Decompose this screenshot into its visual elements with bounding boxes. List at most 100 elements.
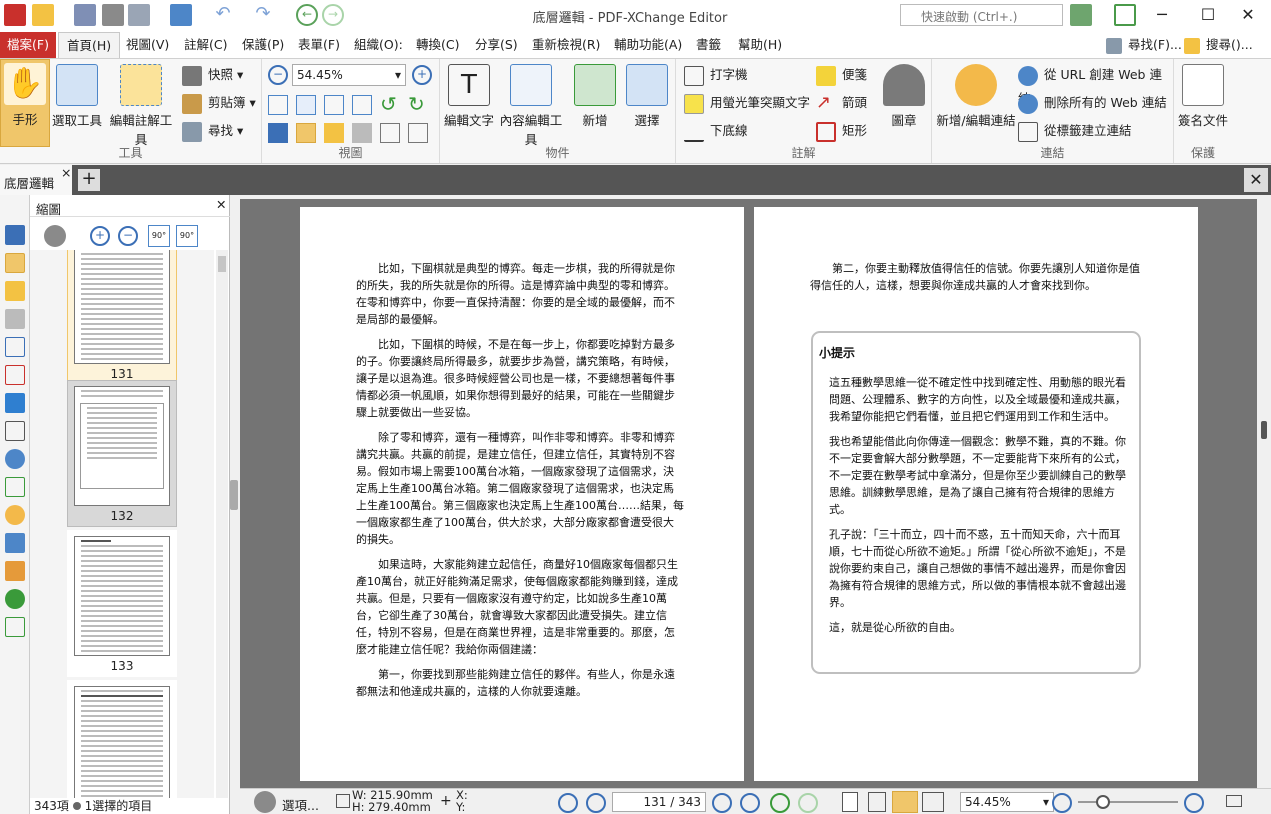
edit-text-button[interactable]: T 編輯文字 [442, 61, 496, 129]
menu-share[interactable]: 分享(S) [467, 32, 526, 58]
save-icon[interactable] [74, 4, 96, 26]
links-from-tags-button[interactable]: 從標籤建立連結 [1018, 119, 1132, 143]
attachments-pane-icon[interactable] [5, 309, 25, 329]
thumb-zoom-in-icon[interactable]: + [90, 226, 110, 246]
actual-size-icon[interactable] [268, 95, 288, 115]
thumbnail-132[interactable]: 132 [67, 380, 177, 527]
reading-order-pane-icon[interactable] [5, 617, 25, 637]
rotate-right-icon[interactable]: ↻ [408, 94, 428, 115]
pages-icon[interactable] [296, 123, 316, 143]
document-tab[interactable]: 底層邏輯 × [0, 165, 72, 195]
fit-page-icon[interactable] [296, 95, 316, 115]
scan-icon[interactable] [170, 4, 192, 26]
rectangle-button[interactable]: 矩形 [816, 119, 867, 143]
properties-icon[interactable] [380, 123, 400, 143]
links-pane-icon[interactable] [5, 505, 25, 525]
menu-organize[interactable]: 組織(O): [346, 32, 411, 58]
print-icon[interactable] [102, 4, 124, 26]
select-object-button[interactable]: 選擇 [622, 61, 672, 129]
menu-help[interactable]: 幫助(H) [730, 32, 790, 58]
create-web-links-button[interactable]: 從 URL 創建 Web 連結 [1018, 63, 1173, 106]
menu-comment[interactable]: 註解(C) [176, 32, 235, 58]
select-tool-button[interactable]: 選取工具 [52, 61, 102, 129]
tab-close-icon[interactable]: × [61, 165, 71, 180]
undo-icon[interactable]: ↶ [212, 4, 234, 26]
new-tab-button[interactable]: + [78, 169, 100, 191]
attachments-icon[interactable] [352, 123, 372, 143]
first-page-icon[interactable] [558, 793, 578, 813]
zoom-slider-thumb[interactable] [1096, 795, 1110, 809]
menu-bookmarks[interactable]: 書籤 [688, 32, 729, 58]
add-object-button[interactable]: 新增 [570, 61, 620, 129]
content-edit-button[interactable]: 內容編輯工具 [496, 61, 566, 148]
menu-file[interactable]: 檔案(F) [0, 32, 56, 58]
clipboard-button[interactable]: 剪貼簿 ▾ [182, 91, 256, 115]
page-settings-icon[interactable] [408, 123, 428, 143]
bookmark-icon[interactable] [268, 123, 288, 143]
add-edit-link-button[interactable]: 新增/編輯連結 [934, 61, 1018, 129]
page-number-input[interactable]: 131 / 343 [612, 792, 706, 812]
highlight-button[interactable]: 用螢光筆突顯文字 [684, 91, 810, 115]
menu-accessibility[interactable]: 輔助功能(A) [606, 32, 690, 58]
forward-icon[interactable]: → [322, 4, 344, 26]
quick-launch-input[interactable]: 快速啟動 (Ctrl+.) [900, 4, 1063, 26]
structure-pane-icon[interactable] [5, 477, 25, 497]
hand-tool-button[interactable]: ✋ 手形 [0, 59, 50, 147]
panel-splitter[interactable] [230, 480, 238, 510]
facing-pages-icon[interactable] [892, 791, 918, 813]
thumbnail-134[interactable] [67, 680, 177, 798]
tags-pane-icon[interactable] [5, 533, 25, 553]
redo-icon[interactable]: ↷ [252, 4, 274, 26]
rotate-cw-icon[interactable]: 90° [176, 225, 198, 247]
fit-visible-icon[interactable] [352, 95, 372, 115]
menu-view[interactable]: 視圖(V) [118, 32, 177, 58]
find-button[interactable]: 尋找 ▾ [182, 119, 243, 143]
thumbnails-pane-icon[interactable] [5, 253, 25, 273]
note-button[interactable]: 便箋 [816, 63, 867, 87]
order-pane-icon[interactable] [5, 561, 25, 581]
panel-close-icon[interactable]: ✕ [216, 197, 226, 212]
rotate-left-icon[interactable]: ↺ [380, 94, 400, 115]
next-view-icon[interactable] [798, 793, 818, 813]
zoom-select[interactable]: 54.45% ▾ [292, 64, 406, 86]
last-page-icon[interactable] [740, 793, 760, 813]
layers-pane-icon[interactable] [5, 393, 25, 413]
single-page-icon[interactable] [842, 792, 858, 812]
thumbnail-scrollbar[interactable] [216, 250, 228, 798]
thumbnail-131[interactable]: 131 [67, 250, 177, 385]
sign-document-button[interactable]: 簽名文件 [1176, 61, 1230, 129]
previous-page-icon[interactable] [586, 793, 606, 813]
underline-button[interactable]: 下底線 [684, 119, 748, 143]
close-window-button[interactable]: ✕ [1225, 0, 1271, 32]
scroll-thumb[interactable] [1261, 421, 1267, 439]
accessibility-pane-icon[interactable] [5, 589, 25, 609]
menu-forms[interactable]: 表單(F) [290, 32, 348, 58]
open-folder-icon[interactable] [32, 4, 54, 26]
zoom-out-icon[interactable]: − [268, 65, 288, 85]
menu-convert[interactable]: 轉換(C) [408, 32, 467, 58]
options-gear-icon[interactable] [254, 791, 276, 813]
document-scrollbar[interactable] [1257, 199, 1271, 788]
continuous-icon[interactable] [868, 792, 886, 812]
fit-width-icon[interactable] [324, 95, 344, 115]
fullscreen-icon[interactable] [1114, 4, 1136, 26]
comments-pane-icon[interactable] [5, 281, 25, 301]
zoom-in-icon[interactable]: + [412, 65, 432, 85]
typewriter-button[interactable]: 打字機 [684, 63, 748, 87]
menu-home[interactable]: 首頁(H) [58, 32, 121, 58]
destinations-pane-icon[interactable] [5, 449, 25, 469]
next-page-icon[interactable] [712, 793, 732, 813]
fullscreen-toggle-icon[interactable] [1226, 795, 1242, 807]
remove-web-links-button[interactable]: 刪除所有的 Web 連結 [1018, 91, 1167, 115]
search-menu[interactable]: 搜尋()... [1176, 32, 1261, 58]
prev-view-icon[interactable] [770, 793, 790, 813]
options-button[interactable]: 選項... [282, 795, 319, 814]
snapshot-button[interactable]: 快照 ▾ [182, 63, 243, 87]
content-pane-icon[interactable] [5, 421, 25, 441]
thumb-options-icon[interactable] [44, 225, 66, 247]
edit-annot-tool-button[interactable]: 編輯註解工具 [104, 61, 178, 148]
menu-review[interactable]: 重新檢視(R) [524, 32, 608, 58]
settings-icon[interactable] [1070, 4, 1092, 26]
thumbnail-133[interactable]: 133 [67, 530, 177, 677]
close-document-button[interactable]: ✕ [1244, 168, 1268, 192]
